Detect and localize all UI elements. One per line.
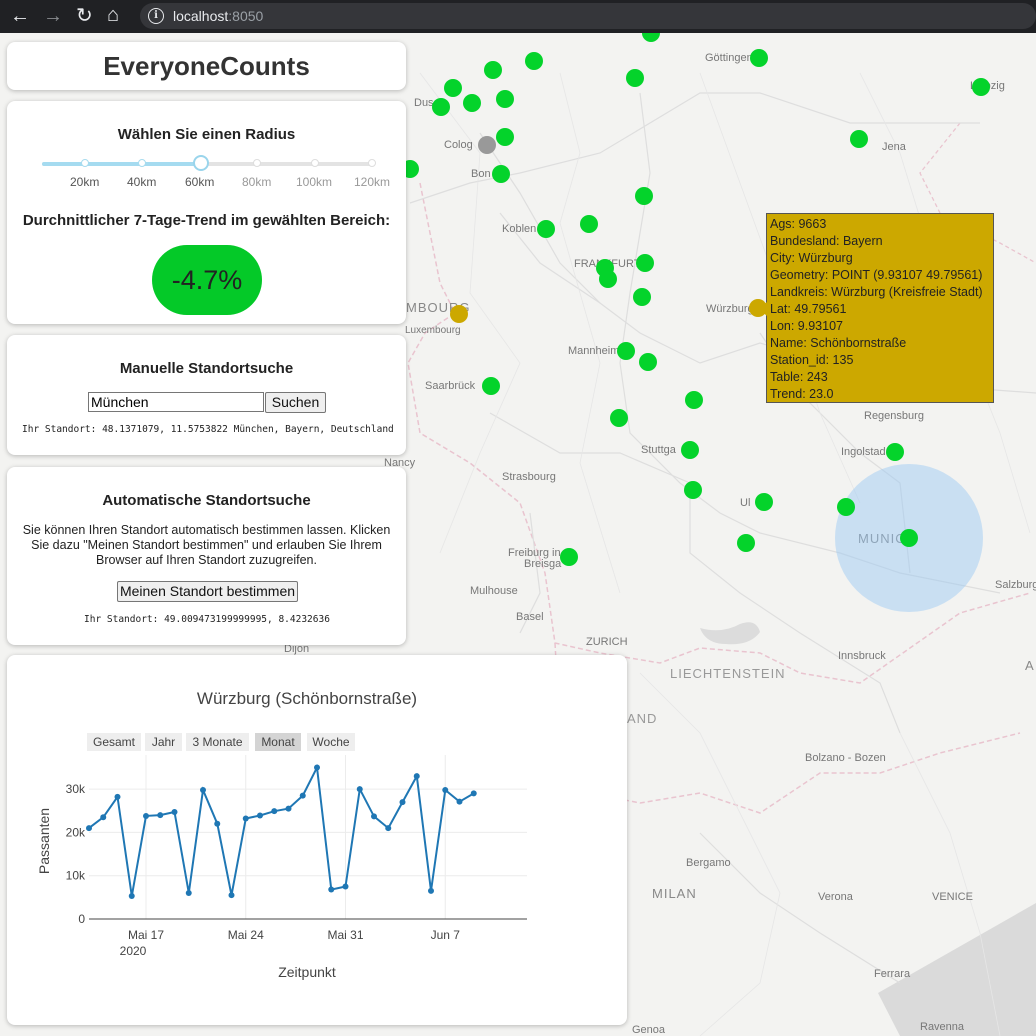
map-label-ravenna: Ravenna — [920, 1021, 965, 1033]
data-point[interactable] — [171, 809, 178, 816]
x-axis-label: Zeitpunkt — [278, 964, 336, 980]
y-tick-label: 0 — [78, 912, 85, 926]
data-point[interactable] — [285, 805, 292, 812]
data-point[interactable] — [185, 890, 192, 897]
map-label-a: A — [1025, 658, 1035, 673]
line-chart: 010k20k30k Mai 17 Mai 24 Mai 31 Jun 7 2020 … — [36, 755, 527, 980]
map-label-ulm: Ul — [740, 497, 751, 509]
map-label-bolzano: Bolzano - Bozen — [805, 752, 886, 764]
x-tick-label: Mai 31 — [327, 928, 363, 942]
data-point[interactable] — [157, 812, 164, 819]
x-tick-label: Mai 24 — [228, 928, 264, 942]
station-marker[interactable] — [750, 49, 768, 67]
tooltip-line: Lon: 9.93107 — [770, 319, 843, 333]
y-axis-label: Passanten — [36, 808, 52, 874]
map-label-genoa: Genoa — [632, 1024, 666, 1036]
data-point[interactable] — [100, 814, 107, 821]
map-label-ferrara: Ferrara — [874, 968, 911, 980]
map-label-regensburg: Regensburg — [864, 410, 924, 422]
map-label-stuttgart: Stuttga — [641, 444, 676, 456]
data-point[interactable] — [456, 798, 463, 805]
station-marker[interactable] — [837, 498, 855, 516]
tooltip-line: Name: Schönbornstraße — [770, 336, 907, 350]
y-tick-label: 30k — [66, 782, 86, 796]
tooltip-line: Bundesland: Bayern — [770, 234, 883, 248]
station-marker[interactable] — [635, 187, 653, 205]
data-point[interactable] — [143, 812, 149, 819]
station-marker[interactable] — [685, 391, 703, 409]
data-point[interactable] — [114, 793, 121, 800]
map-label-innsbruck: Innsbruck — [838, 650, 886, 662]
x-tick-year: 2020 — [120, 944, 147, 958]
data-point[interactable] — [214, 820, 221, 827]
station-marker[interactable] — [626, 69, 644, 87]
station-marker[interactable] — [681, 441, 699, 459]
station-marker[interactable] — [972, 78, 990, 96]
tooltip-line: Lat: 49.79561 — [770, 302, 847, 316]
map-label-switzerland: AND — [627, 711, 658, 726]
station-marker[interactable] — [755, 493, 773, 511]
data-point[interactable] — [200, 786, 206, 793]
data-point[interactable] — [128, 893, 135, 900]
data-point[interactable] — [356, 786, 363, 793]
station-marker[interactable] — [633, 288, 651, 306]
station-tooltip: Ags: 9663 Bundesland: Bayern City: Würzb… — [759, 213, 994, 403]
data-point[interactable] — [371, 813, 377, 820]
tooltip-line: City: Würzburg — [770, 251, 853, 265]
map-label-verona: Verona — [818, 891, 853, 903]
map-label-milan: MILAN — [652, 886, 697, 901]
station-marker[interactable] — [684, 481, 702, 499]
data-point[interactable] — [257, 812, 263, 819]
data-point[interactable] — [271, 808, 278, 815]
station-marker[interactable] — [886, 443, 904, 461]
data-point[interactable] — [399, 799, 406, 806]
data-point[interactable] — [328, 886, 335, 893]
map-label-wuerzburg: Würzburg — [706, 303, 754, 315]
data-point[interactable] — [470, 790, 477, 797]
map-label-jena: Jena — [882, 141, 906, 153]
station-marker[interactable] — [636, 254, 654, 272]
map-label-liechtenstein: LIECHTENSTEIN — [670, 666, 786, 681]
x-tick-label: Jun 7 — [431, 928, 461, 942]
data-point[interactable] — [385, 825, 392, 832]
y-tick-label: 10k — [66, 869, 86, 883]
map-label-venice: VENICE — [932, 891, 973, 903]
map-label-salzburg: Salzburg — [995, 579, 1036, 591]
data-point[interactable] — [314, 764, 320, 771]
station-marker[interactable] — [850, 130, 868, 148]
tooltip-line: Landkreis: Würzburg (Kreisfreie Stadt) — [770, 285, 983, 299]
data-point[interactable] — [242, 815, 249, 822]
data-point[interactable] — [442, 786, 449, 793]
x-tick-label: Mai 17 — [128, 928, 164, 942]
data-point[interactable] — [342, 883, 349, 890]
station-marker[interactable] — [737, 534, 755, 552]
data-point[interactable] — [299, 792, 306, 799]
tooltip-line: Station_id: 135 — [770, 353, 854, 367]
map-label-goettingen: Göttingen — [705, 52, 753, 64]
y-tick-label: 20k — [66, 825, 86, 839]
map-label-bergamo: Bergamo — [686, 857, 731, 869]
station-marker[interactable] — [639, 353, 657, 371]
data-point[interactable] — [86, 825, 92, 832]
data-point[interactable] — [428, 887, 434, 894]
data-point[interactable] — [413, 773, 420, 780]
tooltip-arrow — [759, 302, 767, 316]
series-line — [88, 764, 475, 897]
tooltip-line: Table: 243 — [770, 370, 828, 384]
map-label-ingolstadt: Ingolstad — [841, 446, 886, 458]
tooltip-line: Ags: 9663 — [770, 217, 827, 231]
tooltip-line: Geometry: POINT (9.93107 49.79561) — [770, 268, 983, 282]
tooltip-line: Trend: 23.0 — [770, 387, 834, 401]
station-marker[interactable] — [900, 529, 918, 547]
data-point[interactable] — [228, 892, 235, 899]
